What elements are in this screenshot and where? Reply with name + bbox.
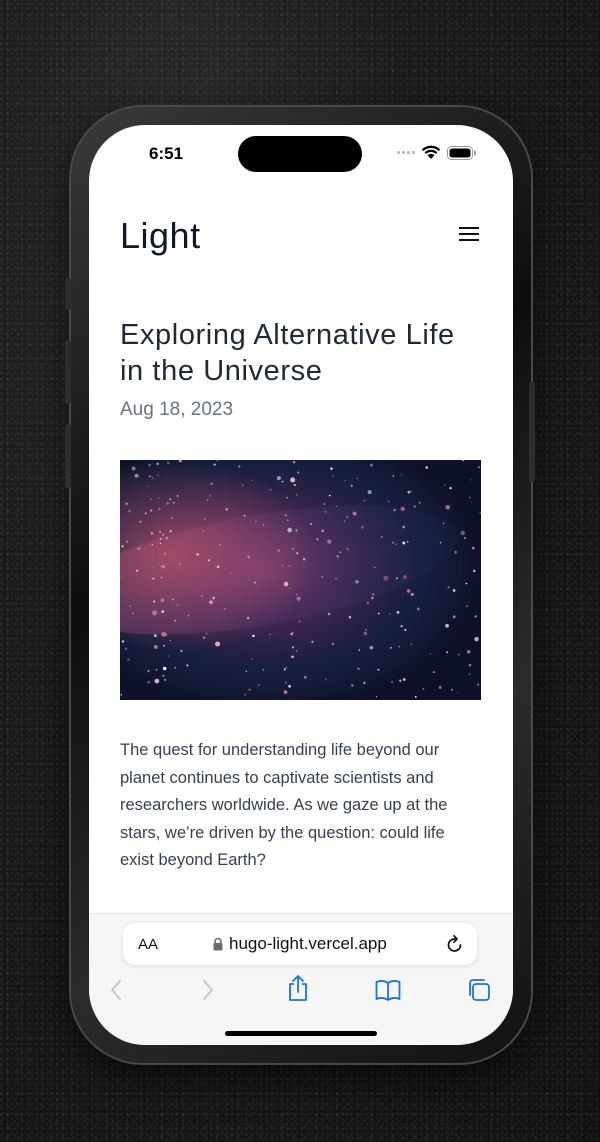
back-icon[interactable] (109, 978, 123, 1002)
galaxy-image (120, 460, 481, 700)
post-date: Aug 18, 2023 (120, 399, 234, 420)
site-logo-title[interactable]: Light (120, 215, 201, 257)
dynamic-island (238, 136, 362, 172)
address-bar[interactable]: AA hugo-light.vercel.app (123, 923, 477, 965)
battery-icon (447, 145, 476, 160)
post-hero-image[interactable] (120, 460, 481, 700)
tabs-icon[interactable] (467, 978, 491, 1002)
home-indicator[interactable] (225, 1031, 377, 1036)
text-size-button[interactable]: AA (138, 936, 158, 953)
post-excerpt: The quest for understanding life beyond … (120, 741, 448, 869)
cellular-signal-icon (397, 151, 415, 154)
phone-screen: 6:51 Light Exploring Alternative Life in… (89, 125, 513, 1045)
forward-icon[interactable] (201, 978, 215, 1002)
browser-bottom-bar: AA hugo-light.vercel.app (89, 913, 513, 1045)
status-icons (397, 145, 477, 160)
hamburger-menu-icon[interactable] (459, 226, 479, 242)
wifi-icon (421, 145, 441, 159)
url-text: hugo-light.vercel.app (229, 934, 387, 953)
phone-silent-switch (65, 278, 71, 310)
phone-power-button (529, 382, 535, 482)
phone-volume-down (65, 424, 71, 488)
bookmarks-icon[interactable] (375, 979, 401, 1001)
url-display[interactable]: hugo-light.vercel.app (213, 934, 387, 954)
status-time: 6:51 (149, 144, 184, 163)
text-size-label: AA (138, 936, 159, 953)
reload-icon[interactable] (446, 934, 464, 954)
share-icon[interactable] (287, 974, 309, 1002)
lock-icon (213, 937, 223, 950)
post-title[interactable]: Exploring Alternative Life in the Univer… (120, 317, 480, 389)
phone-volume-up (65, 340, 71, 404)
